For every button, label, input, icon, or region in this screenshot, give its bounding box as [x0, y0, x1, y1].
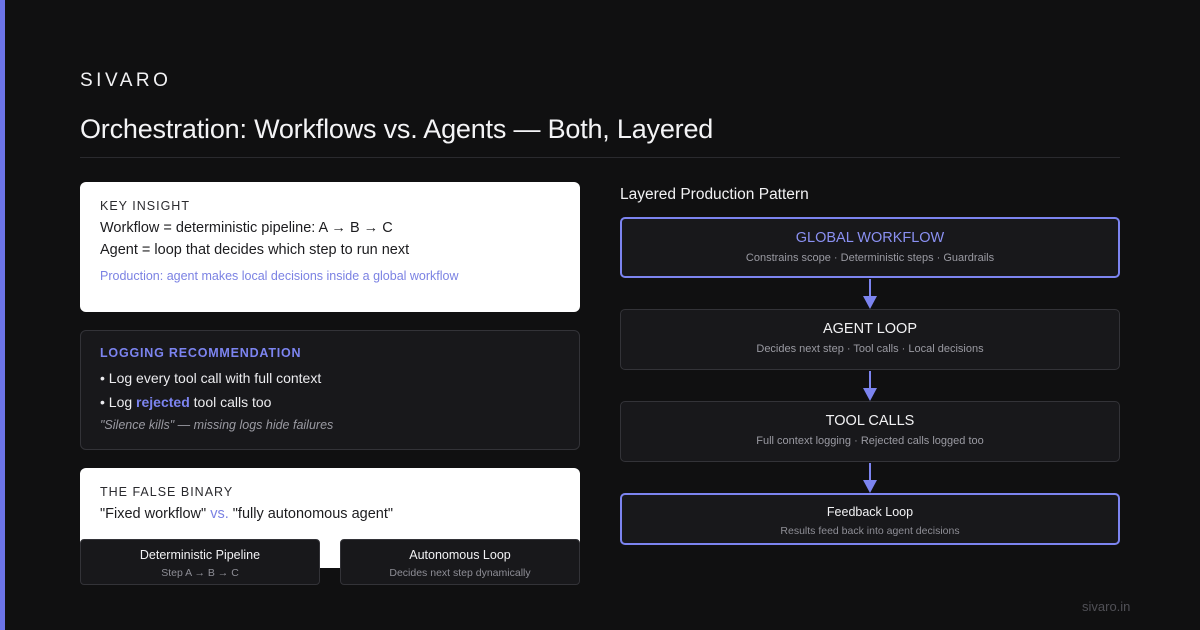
layer-title: TOOL CALLS — [825, 413, 915, 429]
down-arrow-icon — [863, 371, 877, 401]
logging-bullet-1: • Log every tool call with full context — [100, 370, 322, 386]
site-url: sivaro.in — [1082, 599, 1131, 614]
layer-subtitle: Results feed back into agent decisions — [780, 525, 960, 537]
global-workflow-layer: GLOBAL WORKFLOW Constrains scope · Deter… — [620, 217, 1120, 278]
logging-quote: "Silence kills" — missing logs hide fail… — [100, 418, 334, 432]
mini-card-title: Deterministic Pipeline — [139, 548, 261, 562]
down-arrow-icon — [863, 279, 877, 309]
logging-bullet-2-prefix: • Log — [100, 394, 137, 410]
false-binary-kicker: THE FALSE BINARY — [100, 485, 234, 499]
fixed-workflow-text: "Fixed workflow" — [100, 506, 211, 522]
agent-loop-layer: AGENT LOOP Decides next step · Tool call… — [620, 309, 1120, 370]
mini-card-subtitle: Step A → B → C — [161, 567, 239, 579]
rejected-highlight: rejected — [136, 394, 190, 410]
layer-title: AGENT LOOP — [822, 321, 917, 337]
workflow-definition: Workflow = deterministic pipeline: A → B… — [100, 220, 393, 236]
false-binary-statement: "Fixed workflow" vs. "fully autonomous a… — [100, 506, 560, 522]
vs-text: vs. — [210, 506, 229, 522]
autonomous-agent-text: "fully autonomous agent" — [228, 506, 394, 522]
mini-card-subtitle: Decides next step dynamically — [389, 567, 531, 579]
key-insight-kicker: KEY INSIGHT — [100, 199, 190, 213]
title-divider — [80, 157, 1120, 158]
feedback-loop-layer: Feedback Loop Results feed back into age… — [620, 493, 1120, 545]
agent-definition: Agent = loop that decides which step to … — [100, 242, 410, 258]
page-title: Orchestration: Workflows vs. Agents — Bo… — [80, 114, 714, 144]
layer-subtitle: Constrains scope · Deterministic steps ·… — [745, 252, 995, 264]
brand-logo: SIVARO — [80, 70, 172, 91]
logging-card: LOGGING RECOMMENDATION • Log every tool … — [80, 330, 580, 450]
logging-kicker: LOGGING RECOMMENDATION — [100, 346, 302, 360]
key-insight-card: KEY INSIGHT Workflow = deterministic pip… — [80, 182, 580, 312]
layer-subtitle: Decides next step · Tool calls · Local d… — [756, 343, 984, 355]
mini-card-title: Autonomous Loop — [409, 548, 511, 562]
layer-subtitle: Full context logging · Rejected calls lo… — [756, 435, 984, 447]
layer-title: Feedback Loop — [826, 505, 914, 519]
layer-title: GLOBAL WORKFLOW — [795, 230, 945, 246]
production-note: Production: agent makes local decisions … — [100, 269, 459, 283]
down-arrow-icon — [863, 463, 877, 493]
logging-bullet-2: • Log rejected tool calls too — [100, 394, 560, 410]
accent-bar — [0, 0, 5, 630]
logging-bullet-2-suffix: tool calls too — [189, 394, 272, 410]
autonomous-loop-card: Autonomous Loop Decides next step dynami… — [340, 539, 580, 585]
tool-calls-layer: TOOL CALLS Full context logging · Reject… — [620, 401, 1120, 462]
pattern-heading: Layered Production Pattern — [620, 186, 809, 203]
deterministic-pipeline-card: Deterministic Pipeline Step A → B → C — [80, 539, 320, 585]
